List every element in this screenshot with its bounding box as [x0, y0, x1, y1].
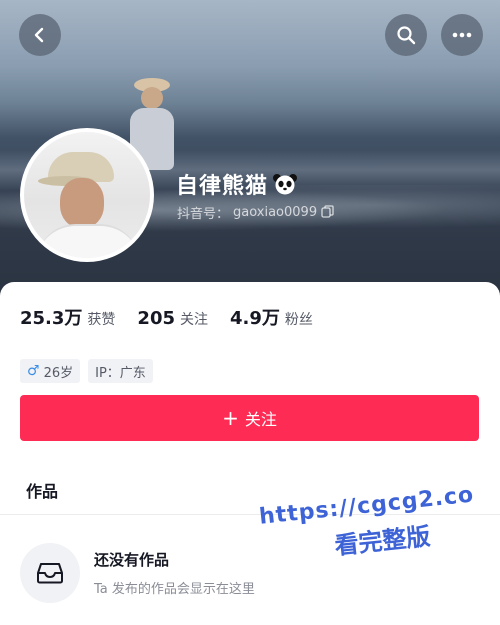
avatar-face [60, 178, 104, 228]
back-chevron-icon [34, 27, 44, 43]
avatar-photo [24, 132, 150, 258]
avatar-shirt [36, 224, 140, 258]
profile-tags: ♂ 26岁 IP：广东 [20, 359, 153, 383]
age-tag: ♂ 26岁 [20, 359, 81, 383]
search-icon [397, 26, 416, 45]
stat-likes[interactable]: 25.3万 获赞 [20, 304, 115, 330]
plus-icon: + [222, 406, 239, 430]
ip-text: IP：广东 [95, 365, 146, 381]
stat-following-value: 205 [137, 308, 175, 329]
stat-following[interactable]: 205 关注 [137, 308, 208, 329]
search-button[interactable] [385, 14, 427, 56]
empty-state: 还没有作品 Ta 发布的作品会显示在这里 [20, 543, 255, 603]
empty-subtitle: Ta 发布的作品会显示在这里 [94, 582, 255, 597]
stat-followers-value: 4.9万 [230, 308, 280, 329]
age-text: 26岁 [43, 365, 74, 381]
ip-tag: IP：广东 [88, 359, 153, 383]
figure-head [141, 87, 163, 109]
inbox-icon [20, 543, 80, 603]
tab-works[interactable]: 作品 [26, 478, 58, 502]
empty-title: 还没有作品 [94, 551, 170, 569]
more-button[interactable] [441, 14, 483, 56]
follow-label: 关注 [244, 410, 277, 429]
id-value: gaoxiao0099 [233, 205, 318, 220]
profile-name: 自律熊猫 [176, 174, 269, 199]
avatar[interactable] [20, 128, 154, 262]
copy-icon[interactable] [321, 203, 334, 222]
profile-name-row: 自律熊猫 [176, 168, 298, 200]
follow-button[interactable]: + 关注 [20, 395, 479, 441]
stat-likes-label: 获赞 [87, 312, 116, 328]
profile-card: 25.3万 获赞 205 关注 4.9万 粉丝 ♂ 26岁 IP：广东 + 关注… [0, 282, 500, 625]
more-dots-icon [452, 32, 472, 38]
stat-followers-label: 粉丝 [284, 312, 313, 328]
panda-icon [272, 173, 298, 195]
stat-followers[interactable]: 4.9万 粉丝 [230, 304, 313, 330]
male-icon: ♂ [27, 363, 40, 379]
id-label: 抖音号： [177, 207, 230, 222]
stat-likes-value: 25.3万 [20, 308, 83, 329]
back-button[interactable] [19, 14, 61, 56]
empty-text: 还没有作品 Ta 发布的作品会显示在这里 [94, 549, 255, 597]
profile-stats: 25.3万 获赞 205 关注 4.9万 粉丝 [20, 304, 313, 330]
stat-following-label: 关注 [180, 312, 208, 328]
profile-id-row: 抖音号： gaoxiao0099 [177, 203, 334, 222]
